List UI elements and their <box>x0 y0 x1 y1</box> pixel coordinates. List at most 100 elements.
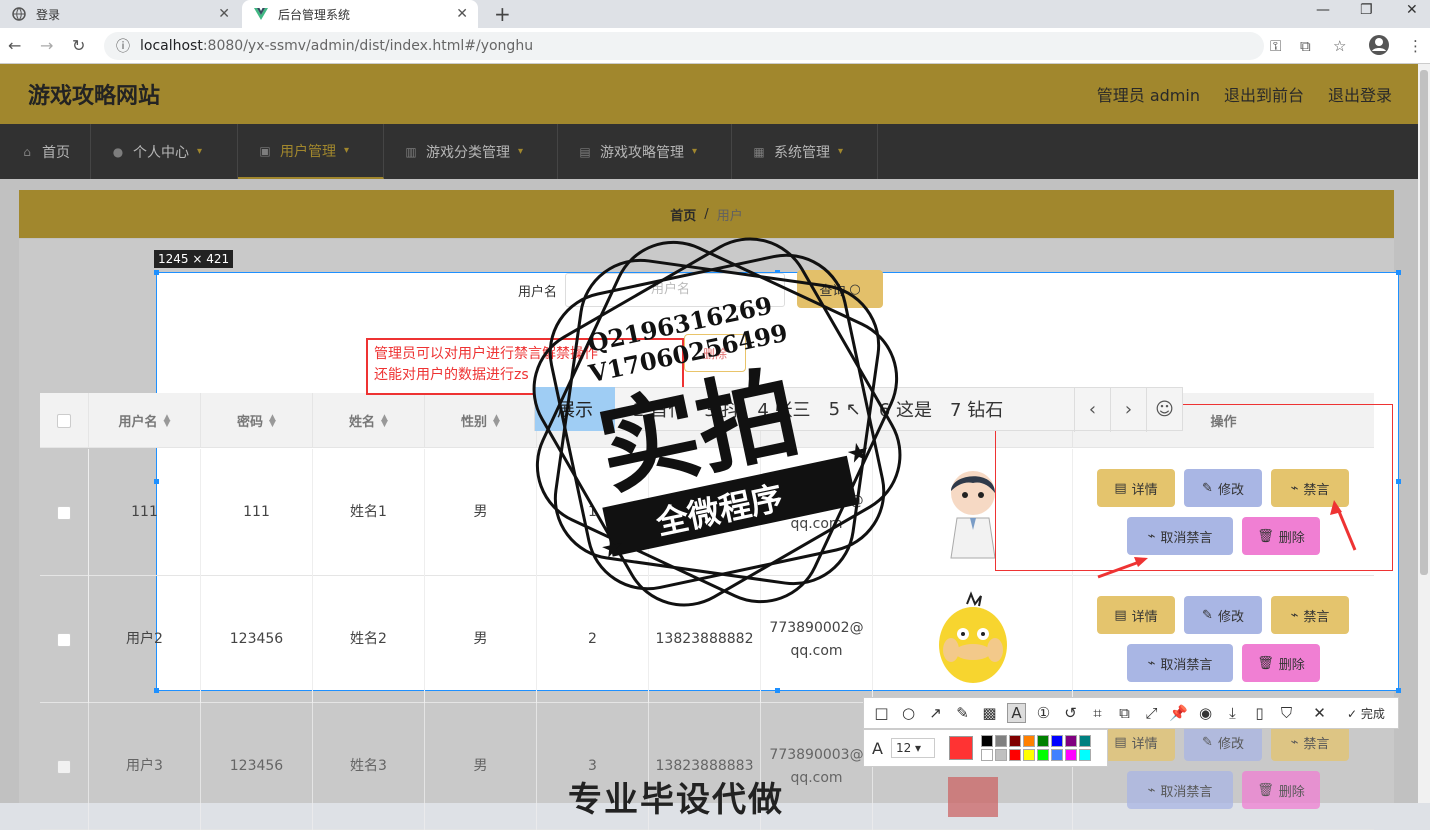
color-swatch[interactable] <box>1036 749 1049 761</box>
detail-button[interactable]: ▤ 详情 <box>1097 596 1175 634</box>
ocr-icon[interactable]: ⧉ <box>1115 704 1134 722</box>
color-swatch[interactable] <box>1022 749 1035 761</box>
ellipse-tool-icon[interactable]: ○ <box>899 704 918 722</box>
candidate-item[interactable]: 6 这是 <box>879 396 932 422</box>
search-button[interactable]: 查询 ○ <box>797 270 883 308</box>
pin-icon[interactable]: 📌 <box>1169 704 1188 722</box>
unban-button[interactable]: ⌁ 取消禁言 <box>1127 644 1233 682</box>
info-icon[interactable]: ⓘ <box>116 36 130 56</box>
sort-icon[interactable]: ▲ ▼ <box>381 413 388 428</box>
delete-button[interactable]: 🗑 删除 <box>1242 771 1320 809</box>
more-menu-icon[interactable]: ⋮ <box>1408 37 1423 55</box>
restore-icon[interactable]: ❐ <box>1360 2 1373 18</box>
copy-icon[interactable]: ▯ <box>1250 704 1269 722</box>
select-all-checkbox[interactable] <box>57 413 71 428</box>
search-input[interactable]: 用户名 <box>565 273 785 307</box>
expand-icon[interactable]: ⤢ <box>1142 704 1161 722</box>
profile-icon[interactable] <box>1368 34 1390 60</box>
resize-handle[interactable] <box>1396 688 1401 693</box>
logout-link[interactable]: 退出登录 <box>1328 82 1392 106</box>
forward-icon[interactable]: → <box>40 36 53 55</box>
unban-button[interactable]: ⌁ 取消禁言 <box>1127 771 1233 809</box>
candidate-item[interactable]: 3 抖 <box>704 396 739 422</box>
window-close-icon[interactable]: ✕ <box>1406 2 1418 18</box>
undo-icon[interactable]: ↺ <box>1061 704 1080 722</box>
candidate-item[interactable]: 4 张三 <box>757 396 810 422</box>
breadcrumb-home[interactable]: 首页 <box>670 205 696 224</box>
column-header[interactable]: 姓名 ▲ ▼ <box>313 393 425 448</box>
menu-item-profile[interactable]: ● 个人中心 ▾ <box>91 124 238 179</box>
chevron-left-icon[interactable]: ‹ <box>1074 388 1110 432</box>
column-header[interactable]: 密码 ▲ ▼ <box>201 393 313 448</box>
menu-item-home[interactable]: ⌂ 首页 <box>0 124 91 179</box>
color-swatch[interactable] <box>1022 735 1035 747</box>
sort-icon[interactable]: ▲ ▼ <box>164 413 171 428</box>
crop-icon[interactable]: ⌗ <box>1088 704 1107 722</box>
chevron-right-icon[interactable]: › <box>1110 388 1146 432</box>
close-tab-icon[interactable]: ✕ <box>218 6 230 22</box>
reload-icon[interactable]: ↻ <box>72 36 85 55</box>
arrow-tool-icon[interactable]: ↗ <box>926 704 945 722</box>
color-swatch[interactable] <box>1036 735 1049 747</box>
batch-delete-button[interactable]: 删除 <box>684 334 746 372</box>
scrollbar-thumb[interactable] <box>1420 70 1428 575</box>
page-scrollbar[interactable] <box>1418 64 1430 803</box>
candidate-item[interactable]: 2 首付 <box>633 396 686 422</box>
bookmark-icon[interactable]: ⛉ <box>1277 704 1296 722</box>
color-swatch[interactable] <box>980 735 993 747</box>
key-icon[interactable]: ⚿ <box>1270 37 1281 55</box>
color-swatch[interactable] <box>994 749 1007 761</box>
browser-tab-admin[interactable]: 后台管理系统 ✕ <box>242 0 478 28</box>
row-checkbox[interactable] <box>57 505 71 520</box>
minimize-icon[interactable]: — <box>1316 2 1330 18</box>
color-swatch[interactable] <box>1050 735 1063 747</box>
close-icon[interactable]: ✕ <box>1310 704 1329 722</box>
color-swatch[interactable] <box>980 749 993 761</box>
sort-icon[interactable]: ▲ ▼ <box>269 413 276 428</box>
url-bar[interactable]: ⓘ localhost:8080/yx-ssmv/admin/dist/inde… <box>104 32 1264 60</box>
rect-tool-icon[interactable]: □ <box>872 704 891 722</box>
pen-tool-icon[interactable]: ✎ <box>953 704 972 722</box>
sort-icon[interactable]: ▲ ▼ <box>493 413 500 428</box>
browser-tab-login[interactable]: 登录 ✕ <box>0 0 240 28</box>
menu-item-category[interactable]: ▥ 游戏分类管理 ▾ <box>384 124 558 179</box>
color-swatch[interactable] <box>1078 735 1091 747</box>
back-icon[interactable]: ← <box>8 36 21 55</box>
color-swatch[interactable] <box>1078 749 1091 761</box>
row-checkbox[interactable] <box>57 759 71 774</box>
menu-item-user-management[interactable]: ▣ 用户管理 ▾ <box>238 124 384 179</box>
color-swatch[interactable] <box>1008 749 1021 761</box>
row-checkbox[interactable] <box>57 632 71 647</box>
new-tab-icon[interactable]: + <box>494 2 511 26</box>
color-swatch[interactable] <box>1064 735 1077 747</box>
color-swatch[interactable] <box>994 735 1007 747</box>
color-swatch[interactable] <box>1008 735 1021 747</box>
smiley-icon[interactable]: ☺ <box>1146 388 1182 432</box>
color-swatch[interactable] <box>1050 749 1063 761</box>
candidate-item[interactable]: 7 钻石 <box>950 396 1003 422</box>
close-tab-icon[interactable]: ✕ <box>456 6 468 22</box>
edit-button[interactable]: ✎ 修改 <box>1184 596 1262 634</box>
color-swatch[interactable] <box>1064 749 1077 761</box>
resize-handle[interactable] <box>1396 479 1401 484</box>
mosaic-tool-icon[interactable]: ▩ <box>980 704 999 722</box>
font-size-select[interactable]: 12 ▾ <box>890 738 935 758</box>
resize-handle[interactable] <box>154 270 159 275</box>
text-tool-icon[interactable]: A <box>1007 703 1026 723</box>
number-tool-icon[interactable]: ① <box>1034 704 1053 722</box>
current-color-swatch[interactable] <box>948 736 973 760</box>
ban-button[interactable]: ⌁ 禁言 <box>1271 596 1349 634</box>
done-button[interactable]: ✓ 完成 <box>1347 705 1385 722</box>
resize-handle[interactable] <box>1396 270 1401 275</box>
menu-item-guides[interactable]: ▤ 游戏攻略管理 ▾ <box>558 124 732 179</box>
delete-button[interactable]: 🗑 删除 <box>1242 644 1320 682</box>
translate-icon[interactable]: ⧉ <box>1300 37 1311 55</box>
star-icon[interactable]: ☆ <box>1333 37 1346 55</box>
column-header[interactable]: 用户名 ▲ ▼ <box>89 393 201 448</box>
back-to-frontend-link[interactable]: 退出到前台 <box>1224 82 1304 106</box>
menu-item-system[interactable]: ▦ 系统管理 ▾ <box>732 124 878 179</box>
candidate-item[interactable]: 展示 <box>535 387 615 431</box>
record-icon[interactable]: ◉ <box>1196 704 1215 722</box>
column-header[interactable]: 性别 ▲ ▼ <box>425 393 537 448</box>
download-icon[interactable]: ⤓ <box>1223 704 1242 722</box>
